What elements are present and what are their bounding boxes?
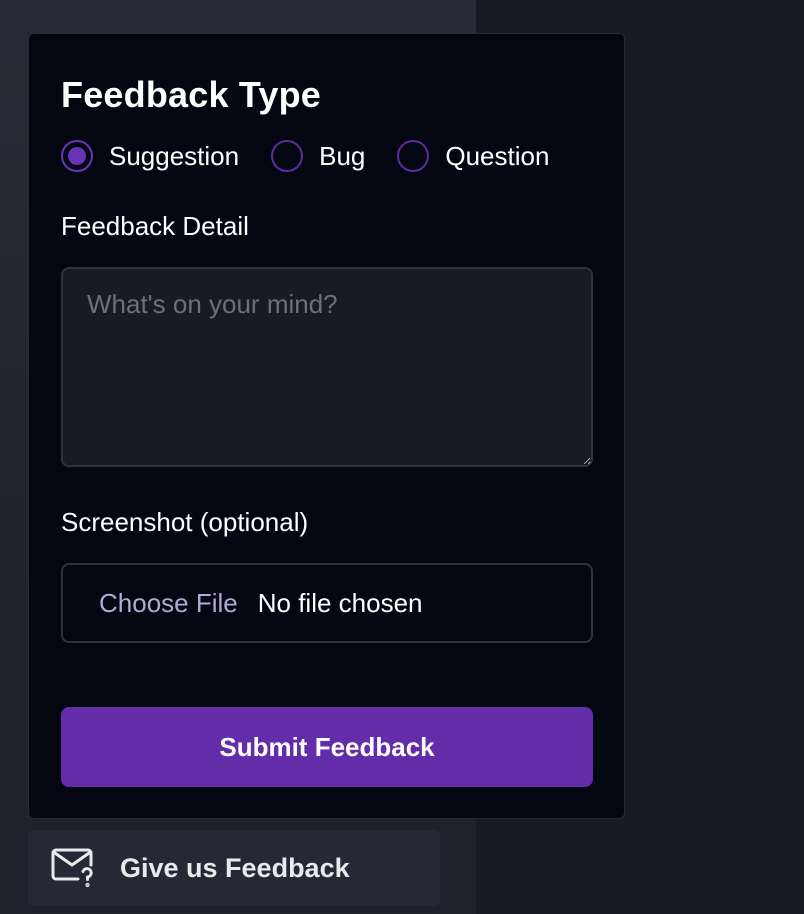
radio-button-question[interactable] [397,140,430,172]
radio-label-question: Question [445,140,550,171]
radio-label-bug: Bug [319,140,366,171]
feedback-type-title: Feedback Type [61,74,322,115]
feedback-type-radio-group: Suggestion Bug Question [61,138,549,174]
file-status-text: No file chosen [257,587,423,618]
screenshot-label: Screenshot (optional) [61,507,309,537]
radio-option-suggestion[interactable]: Suggestion [61,140,239,172]
radio-option-question[interactable]: Question [397,140,549,172]
give-feedback-button[interactable]: Give us Feedback [28,830,440,906]
radio-selected-dot [68,147,86,165]
feedback-panel: Feedback Type Suggestion Bug Question Fe… [28,33,625,819]
radio-label-suggestion: Suggestion [109,140,240,171]
radio-button-suggestion[interactable] [61,140,93,172]
give-feedback-label: Give us Feedback [120,852,350,883]
screenshot-file-input[interactable]: Choose File No file chosen [61,563,593,643]
radio-option-bug[interactable]: Bug [271,140,365,172]
feedback-detail-textarea[interactable] [61,267,593,467]
mail-question-icon [50,847,96,889]
submit-feedback-button[interactable]: Submit Feedback [61,707,593,787]
choose-file-button[interactable]: Choose File [99,588,238,619]
feedback-detail-label: Feedback Detail [61,211,249,241]
radio-button-bug[interactable] [271,140,304,172]
